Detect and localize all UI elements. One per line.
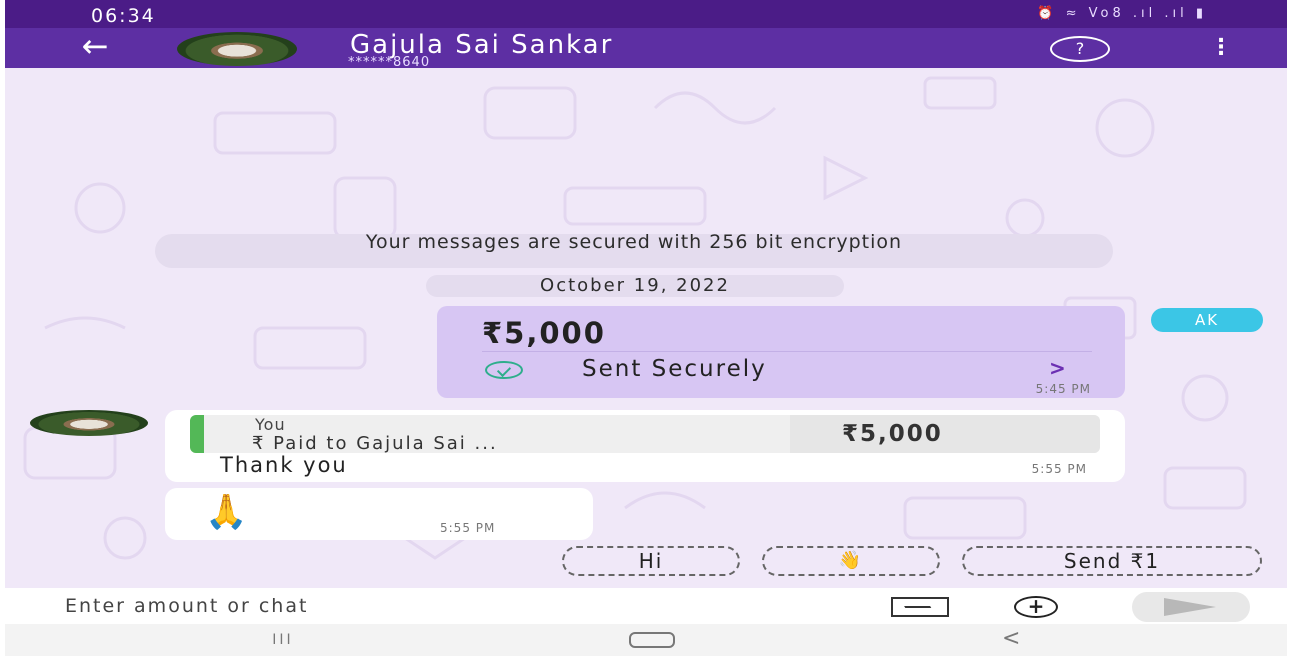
- payment-amount: ₹5,000: [482, 316, 606, 350]
- date-separator: October 19, 2022: [426, 275, 844, 297]
- status-time: 06:34: [91, 5, 156, 27]
- system-nav-bar: III <: [5, 624, 1287, 656]
- check-circle-icon: [485, 361, 523, 379]
- chat-header: ← Gajula Sai Sankar ******8640 ? ⋮: [5, 28, 1287, 70]
- quick-reply-wave[interactable]: 👋: [762, 546, 940, 576]
- status-bar: 06:34 ⏰ ≈ Vo8 .ıl .ıl ▮: [5, 0, 1287, 28]
- recent-apps-icon[interactable]: III: [263, 632, 303, 648]
- message-time: 5:55 PM: [1031, 462, 1087, 476]
- home-icon[interactable]: [629, 632, 675, 648]
- quick-reply-hi[interactable]: Hi: [562, 546, 740, 576]
- contact-avatar[interactable]: [177, 32, 297, 66]
- folded-hands-emoji: 🙏: [205, 492, 248, 532]
- sender-avatar-badge: AK: [1151, 308, 1263, 332]
- back-icon[interactable]: <: [1002, 626, 1020, 651]
- back-arrow-icon[interactable]: ←: [65, 28, 125, 68]
- contact-avatar-small: [30, 410, 148, 436]
- payment-status: Sent Securely: [582, 356, 767, 382]
- quote-accent-bar: [190, 415, 204, 453]
- emoji-message-bubble[interactable]: 🙏 5:55 PM: [165, 488, 593, 540]
- payment-time: 5:45 PM: [1035, 382, 1091, 396]
- chat-thread[interactable]: Your messages are secured with 256 bit e…: [5, 68, 1287, 588]
- compose-bar: Enter amount or chat +: [5, 588, 1287, 624]
- reply-message-bubble[interactable]: You ₹ Paid to Gajula Sai ... ₹5,000 Than…: [165, 410, 1125, 482]
- quote-author: You: [255, 415, 286, 434]
- quoted-payment[interactable]: You ₹ Paid to Gajula Sai ... ₹5,000: [190, 415, 1100, 453]
- chat-input[interactable]: Enter amount or chat: [65, 595, 308, 617]
- add-icon[interactable]: +: [1014, 596, 1058, 618]
- quote-amount: ₹5,000: [842, 421, 943, 447]
- payment-card[interactable]: ₹5,000 Sent Securely > 5:45 PM: [437, 306, 1125, 398]
- encryption-notice: Your messages are secured with 256 bit e…: [155, 233, 1113, 268]
- gallery-icon[interactable]: [891, 597, 949, 617]
- quote-text: ₹ Paid to Gajula Sai ...: [252, 433, 498, 453]
- more-options-icon[interactable]: ⋮: [1210, 34, 1232, 64]
- chevron-right-icon[interactable]: >: [1049, 356, 1066, 380]
- quote-amount-area: [790, 415, 1100, 453]
- message-text: Thank you: [220, 453, 348, 477]
- status-icons: ⏰ ≈ Vo8 .ıl .ıl ▮: [1037, 6, 1207, 21]
- message-time: 5:55 PM: [440, 521, 496, 535]
- quick-reply-send-1[interactable]: Send ₹1: [962, 546, 1262, 576]
- send-button[interactable]: [1132, 592, 1250, 622]
- help-icon[interactable]: ?: [1050, 36, 1110, 62]
- payment-divider: [482, 351, 1092, 352]
